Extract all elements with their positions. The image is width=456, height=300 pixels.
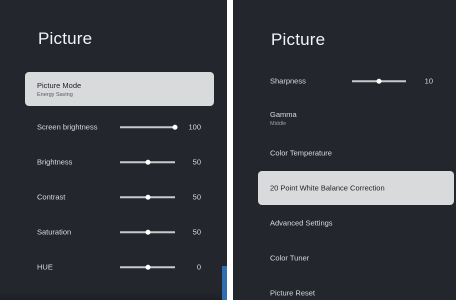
white-balance-correction-label: 20 Point White Balance Correction: [270, 183, 385, 193]
picture-mode-value: Energy Saving: [37, 92, 73, 98]
saturation-slider[interactable]: [120, 229, 175, 235]
sharpness-knob[interactable]: [376, 78, 382, 84]
sharpness-label: Sharpness: [270, 76, 306, 86]
picture-reset-label: Picture Reset: [270, 288, 316, 298]
page-title: Picture: [38, 29, 93, 48]
color-tuner-label: Color Tuner: [270, 253, 310, 263]
slider-row-brightness[interactable]: Brightness 50: [25, 145, 214, 179]
brightness-knob[interactable]: [145, 159, 150, 165]
menu-item-picture-reset[interactable]: Picture Reset: [258, 276, 454, 300]
slider-row-screen-brightness[interactable]: Screen brightness 100: [25, 110, 214, 144]
sharpness-slider[interactable]: [352, 78, 406, 84]
contrast-slider[interactable]: [120, 194, 175, 200]
advanced-settings-label: Advanced Settings: [270, 218, 333, 228]
brightness-slider[interactable]: [120, 159, 175, 165]
contrast-knob[interactable]: [145, 194, 150, 200]
page-title: Picture: [271, 30, 326, 49]
menu-item-white-balance-correction[interactable]: 20 Point White Balance Correction: [258, 171, 454, 205]
brightness-value: 50: [192, 157, 201, 167]
hue-knob[interactable]: [145, 264, 150, 270]
hue-slider[interactable]: [120, 264, 175, 270]
slider-row-saturation[interactable]: Saturation 50: [25, 215, 214, 249]
picture-mode-label: Picture Mode: [37, 81, 82, 90]
menu-item-gamma[interactable]: Gamma Middle: [258, 101, 454, 135]
slider-row-hue[interactable]: HUE 0: [25, 250, 214, 284]
saturation-knob[interactable]: [145, 229, 150, 235]
saturation-label: Saturation: [37, 227, 72, 237]
hue-label: HUE: [37, 262, 53, 272]
menu-item-picture-mode[interactable]: Picture Mode Energy Saving: [25, 72, 214, 106]
menu-item-color-tuner[interactable]: Color Tuner: [258, 241, 454, 275]
screen-brightness-knob[interactable]: [172, 124, 178, 130]
screen-brightness-value: 100: [188, 122, 201, 132]
picture-settings-panel-right: Picture Sharpness 10 Gamma Middle Color …: [233, 0, 456, 300]
menu-item-advanced-settings[interactable]: Advanced Settings: [258, 206, 454, 240]
screen-brightness-slider[interactable]: [120, 124, 178, 130]
list-fade: [0, 292, 227, 300]
gamma-value: Middle: [270, 121, 287, 127]
sharpness-value: 10: [424, 76, 433, 86]
brightness-label: Brightness: [37, 157, 73, 167]
color-temperature-label: Color Temperature: [270, 148, 332, 158]
picture-settings-panel-left: Picture Picture Mode Energy Saving Scree…: [0, 0, 227, 300]
contrast-value: 50: [192, 192, 201, 202]
side-accent: [222, 266, 227, 300]
saturation-value: 50: [192, 227, 201, 237]
hue-value: 0: [196, 262, 201, 272]
menu-item-color-temperature[interactable]: Color Temperature: [258, 136, 454, 170]
contrast-label: Contrast: [37, 192, 66, 202]
screen-brightness-label: Screen brightness: [37, 122, 98, 132]
slider-row-sharpness[interactable]: Sharpness 10: [258, 64, 454, 98]
gamma-label: Gamma: [270, 110, 297, 119]
slider-row-contrast[interactable]: Contrast 50: [25, 180, 214, 214]
